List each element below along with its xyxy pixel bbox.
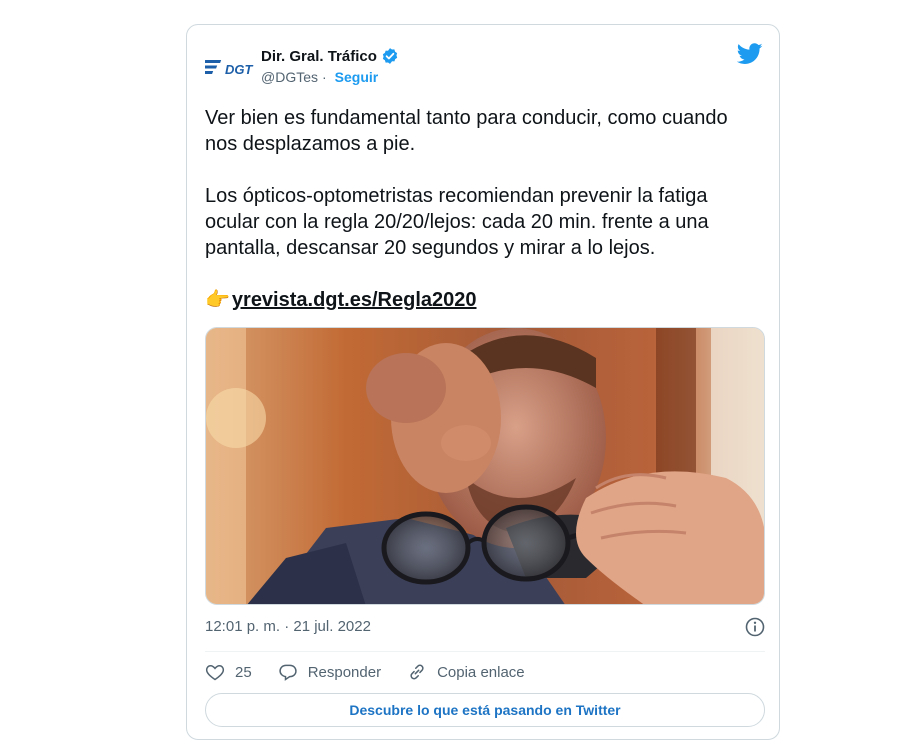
tweet-paragraph-2: Los ópticos-optometristas recomiendan pr…: [205, 185, 709, 259]
copy-link-button[interactable]: Copia enlace: [407, 662, 525, 682]
discover-twitter-button[interactable]: Descubre lo que está pasando en Twitter: [205, 693, 765, 727]
pointing-hand-icon: 👉: [205, 289, 230, 311]
like-button[interactable]: 25: [205, 662, 252, 682]
like-count: 25: [235, 663, 252, 681]
tweet-timestamp[interactable]: 12:01 p. m. · 21 jul. 2022: [205, 618, 371, 635]
reply-bubble-icon: [279, 664, 297, 681]
tweet-card: DGT Dir. Gral. Tráfico @DGTes · Seguir V…: [186, 24, 780, 740]
dgt-logo[interactable]: DGT: [205, 55, 257, 79]
author-handle[interactable]: @DGTes: [261, 69, 318, 85]
reply-label: Responder: [307, 663, 382, 681]
separator-dot: ·: [322, 69, 327, 85]
tweet-link-line: 👉 yrevista.dgt.es/Regla2020: [205, 287, 765, 313]
tweet-link[interactable]: yrevista.dgt.es/Regla2020: [232, 287, 477, 313]
follow-button[interactable]: Seguir: [335, 69, 379, 85]
tweet-header: DGT Dir. Gral. Tráfico @DGTes · Seguir: [205, 43, 763, 87]
timestamp-row: 12:01 p. m. · 21 jul. 2022: [205, 615, 765, 639]
link-icon: [410, 664, 424, 680]
author-name-row: Dir. Gral. Tráfico: [261, 45, 399, 67]
copy-link-label: Copia enlace: [437, 663, 525, 681]
tweet-body: Ver bien es fundamental tanto para condu…: [205, 105, 765, 313]
author-handle-row: @DGTes · Seguir: [261, 69, 378, 85]
heart-icon: [205, 664, 225, 681]
author-display-name[interactable]: Dir. Gral. Tráfico: [261, 48, 377, 65]
photo-man-rubbing-eye-holding-glasses: [206, 328, 764, 604]
twitter-bird-icon[interactable]: [737, 43, 763, 65]
tweet-paragraph-1: Ver bien es fundamental tanto para condu…: [205, 107, 728, 155]
logo-text: DGT: [225, 62, 254, 77]
info-icon[interactable]: [745, 617, 765, 637]
verified-badge-icon: [382, 48, 398, 64]
divider: [205, 651, 765, 652]
tweet-image[interactable]: [205, 327, 765, 605]
tweet-actions: 25 Responder Copia enlace: [205, 659, 765, 685]
reply-button[interactable]: Responder: [278, 662, 381, 682]
